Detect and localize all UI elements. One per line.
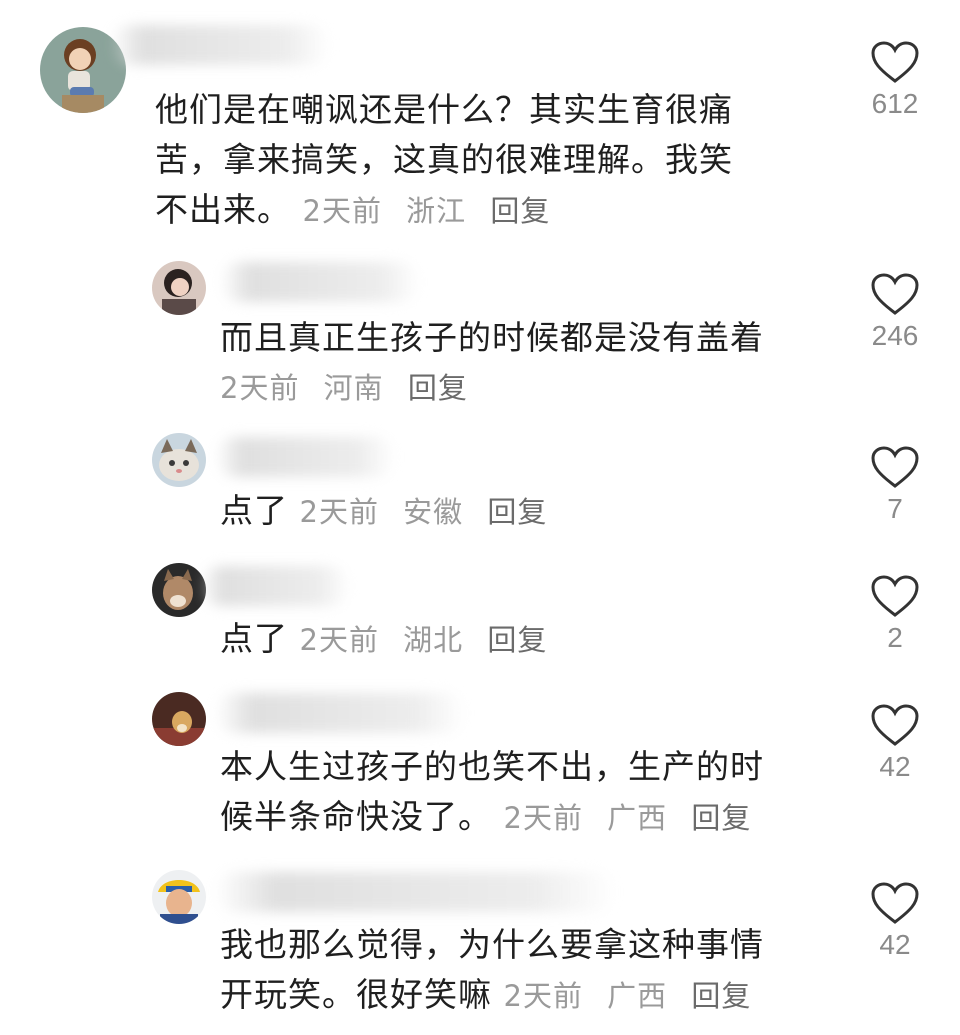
comment-text-line: 他们是在嘲讽还是什么？其实生育很痛	[155, 90, 733, 129]
comment-body: 本人生过孩子的也笑不出，生产的时 候半条命快没了。 2天前 广西 回复	[220, 742, 840, 843]
like-count: 2	[887, 622, 903, 653]
comment-meta: 2天前 广西 回复	[504, 801, 752, 835]
cat-photo-avatar-icon[interactable]	[152, 563, 206, 617]
reply-button[interactable]: 回复	[487, 623, 547, 657]
comment-location: 广西	[607, 979, 668, 1013]
heart-icon	[871, 882, 919, 924]
username-blurred[interactable]	[215, 437, 395, 477]
username-blurred[interactable]	[200, 566, 350, 606]
like-count: 7	[887, 493, 903, 524]
comment-location: 安徽	[403, 495, 464, 529]
heart-icon	[871, 41, 919, 83]
comment-meta: 2天前 河南 回复	[220, 363, 840, 413]
username-blurred[interactable]	[215, 693, 465, 733]
reply-button[interactable]: 回复	[408, 371, 468, 405]
like-count: 612	[871, 88, 919, 119]
username-blurred[interactable]	[110, 25, 330, 65]
username-blurred[interactable]	[220, 262, 420, 302]
comment-body: 我也那么觉得，为什么要拿这种事情 开玩笑。很好笑嘛 2天前 广西 回复	[220, 920, 840, 1021]
heart-icon	[871, 575, 919, 617]
comment-last-line: 不出来。 2天前 浙江 回复	[155, 185, 835, 236]
like-button[interactable]: 42	[860, 703, 930, 783]
comment-body: 而且真正生孩子的时候都是没有盖着 2天前 河南 回复	[220, 313, 840, 413]
comment-text-line: 苦，拿来搞笑，这真的很难理解。我笑	[155, 140, 733, 179]
comment-text-line: 我也那么觉得，为什么要拿这种事情	[220, 925, 764, 964]
comment-time: 2天前	[503, 979, 583, 1013]
heart-icon	[871, 704, 919, 746]
like-count: 246	[871, 320, 919, 351]
comment-text-line: 候半条命快没了。	[220, 797, 492, 836]
comment-text-line: 本人生过孩子的也笑不出，生产的时	[220, 747, 764, 786]
heart-icon	[871, 273, 919, 315]
comment-last-line: 候半条命快没了。 2天前 广西 回复	[220, 792, 840, 843]
comment-time: 2天前	[302, 194, 382, 228]
man-yellow-hat-avatar-icon[interactable]	[152, 870, 206, 924]
comment-text-line: 点了	[220, 491, 288, 530]
username-blurred[interactable]	[215, 872, 615, 912]
comment-text-line: 点了	[220, 619, 288, 658]
comment-body: 点了 2天前 湖北 回复	[220, 614, 840, 665]
comment-text-line: 不出来。	[155, 190, 291, 229]
like-button[interactable]: 7	[860, 445, 930, 525]
like-button[interactable]: 42	[860, 881, 930, 961]
dog-avatar-icon[interactable]	[152, 692, 206, 746]
comment-time: 2天前	[220, 371, 300, 405]
like-button[interactable]: 246	[860, 272, 930, 352]
reply-button[interactable]: 回复	[487, 495, 547, 529]
comment-body: 他们是在嘲讽还是什么？其实生育很痛 苦，拿来搞笑，这真的很难理解。我笑 不出来。…	[155, 85, 835, 236]
comment-time: 2天前	[299, 495, 379, 529]
comment-last-line: 开玩笑。很好笑嘛 2天前 广西 回复	[220, 970, 840, 1021]
like-button[interactable]: 2	[860, 574, 930, 654]
cat-avatar-icon[interactable]	[152, 433, 206, 487]
comment-time: 2天前	[299, 623, 379, 657]
comment-last-line: 点了 2天前 安徽 回复	[220, 486, 840, 537]
like-count: 42	[879, 751, 911, 782]
comment-text-line: 开玩笑。很好笑嘛	[220, 975, 492, 1014]
comment-time: 2天前	[503, 801, 583, 835]
comment-meta: 2天前 广西 回复	[504, 979, 752, 1013]
comment-location: 广西	[607, 801, 668, 835]
reply-button[interactable]: 回复	[691, 979, 751, 1013]
like-count: 42	[879, 929, 911, 960]
heart-icon	[871, 446, 919, 488]
comment-meta: 2天前 湖北 回复	[300, 623, 548, 657]
comment-text-line: 而且真正生孩子的时候都是没有盖着	[220, 318, 764, 357]
comment-meta: 2天前 浙江 回复	[303, 194, 551, 228]
comment-location: 浙江	[406, 194, 467, 228]
comment-last-line: 点了 2天前 湖北 回复	[220, 614, 840, 665]
woman-photo-avatar-icon[interactable]	[152, 261, 206, 315]
like-button[interactable]: 612	[860, 40, 930, 120]
comment-location: 湖北	[403, 623, 464, 657]
reply-button[interactable]: 回复	[490, 194, 550, 228]
reply-button[interactable]: 回复	[691, 801, 751, 835]
comment-body: 点了 2天前 安徽 回复	[220, 486, 840, 537]
comment-meta: 2天前 安徽 回复	[300, 495, 548, 529]
comment-location: 河南	[323, 371, 384, 405]
